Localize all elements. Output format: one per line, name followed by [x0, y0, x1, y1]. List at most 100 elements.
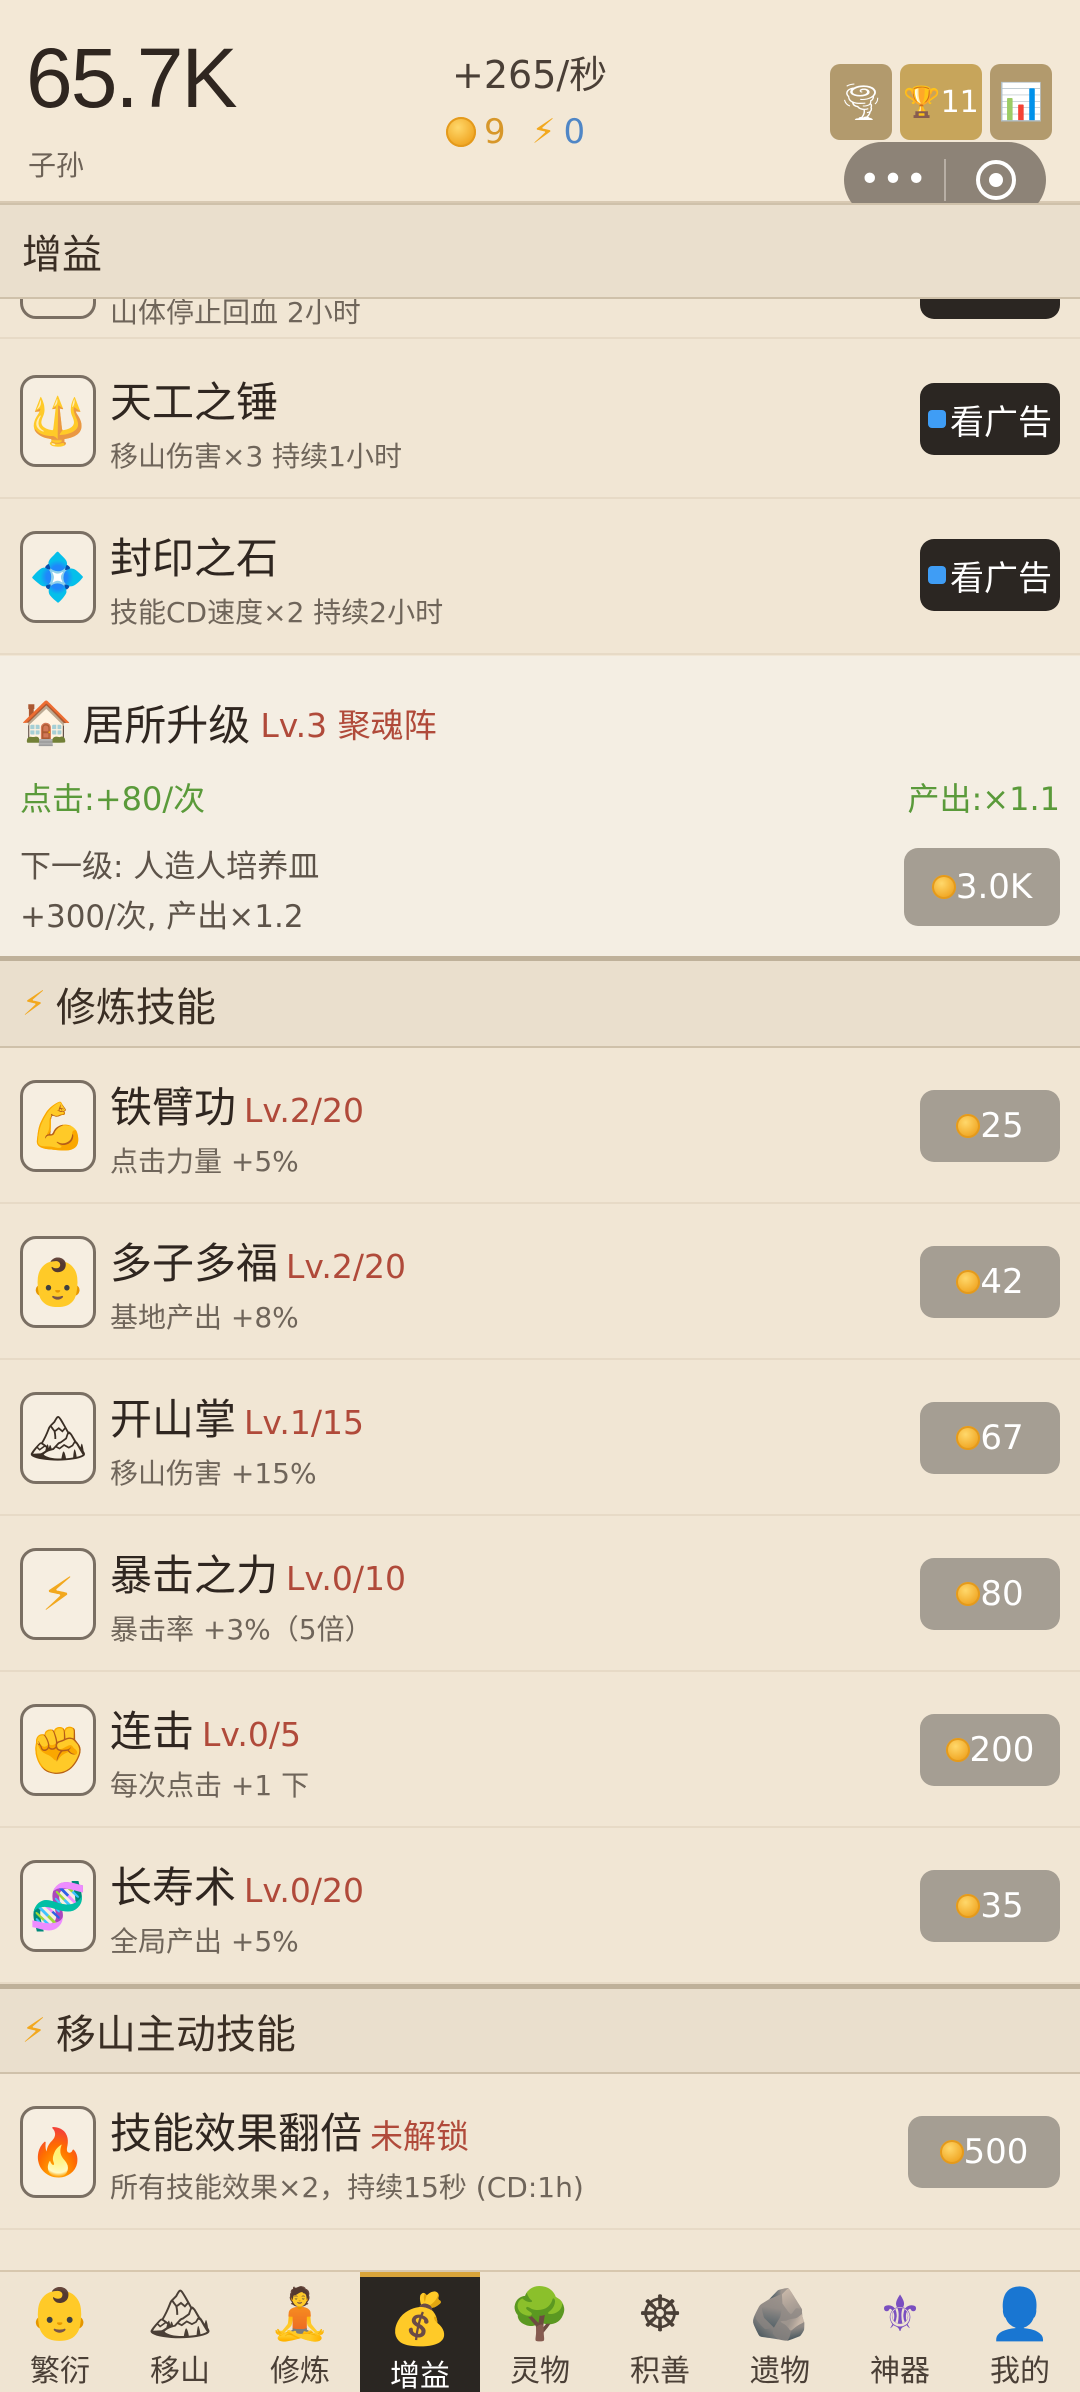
- skill-title: 长寿术 Lv.0/20: [110, 1854, 364, 1915]
- partial-icon-box: [20, 299, 96, 319]
- coin-count: 9: [484, 112, 506, 152]
- skill-row: ✊ 连击 Lv.0/5 每次点击 +1 下 200: [0, 1672, 1080, 1828]
- next-level-bonus: +300/次, 产出×1.2: [20, 899, 304, 935]
- skill-desc: 每次点击 +1 下: [110, 1769, 310, 1802]
- skill-level: Lv.0/5: [202, 1715, 301, 1754]
- next-level-info: 下一级: 人造人培养皿 +300/次, 产出×1.2: [20, 842, 319, 942]
- skill-level: Lv.2/20: [244, 1091, 364, 1130]
- tornado-button[interactable]: 🌪: [830, 64, 892, 140]
- section-title: 移山主动技能: [55, 2011, 296, 2058]
- skill-cost: 42: [980, 1262, 1024, 1302]
- unlock-skill-button[interactable]: 500: [908, 2116, 1060, 2188]
- skill-name: 开山掌: [110, 1395, 237, 1444]
- skill-cost: 80: [980, 1574, 1024, 1614]
- buy-skill-button[interactable]: 67: [920, 1402, 1060, 1474]
- skill-cost: 67: [980, 1418, 1024, 1458]
- item-desc: 移山伤害×3 持续1小时: [110, 440, 402, 473]
- meditate-icon: 🧘: [268, 2285, 332, 2343]
- buy-skill-button[interactable]: 42: [920, 1246, 1060, 1318]
- fire-icon: 🔥: [20, 2106, 96, 2198]
- skill-desc: 点击力量 +5%: [110, 1145, 299, 1178]
- stats-button[interactable]: 📊: [990, 64, 1052, 140]
- tornado-icon: 🌪: [838, 82, 884, 123]
- mountain-icon: 🏔: [148, 2285, 212, 2343]
- tab-zengyi[interactable]: 💰 增益: [360, 2272, 480, 2392]
- coin-icon: [446, 117, 476, 147]
- upgrade-button[interactable]: 3.0K: [904, 848, 1060, 926]
- skill-name: 连击: [110, 1707, 195, 1756]
- coin-icon: [939, 2140, 964, 2164]
- tab-label: 增益: [390, 2359, 450, 2392]
- watch-ad-button[interactable]: 看广告: [920, 383, 1060, 455]
- skill-name: 多子多福: [110, 1239, 279, 1288]
- trophy-button[interactable]: 🏆 11: [900, 64, 982, 140]
- section-title: 修炼技能: [55, 984, 216, 1031]
- house-icon: 🏠: [20, 697, 73, 747]
- target-icon: [976, 160, 1016, 200]
- tab-shenqi[interactable]: ⚜ 神器: [840, 2272, 960, 2392]
- coin-icon: [956, 1582, 981, 1606]
- tv-icon: [928, 566, 946, 584]
- partial-desc: 山体停止回血 2小时: [110, 299, 361, 329]
- skill-level: Lv.0/20: [244, 1871, 364, 1910]
- chart-icon: 📊: [998, 82, 1044, 123]
- residence-upgrade-card: 🏠 居所升级 Lv.3 聚魂阵 点击:+80/次 产出:×1.1 下一级: 人造…: [0, 656, 1080, 956]
- tab-fanyan[interactable]: 👶 繁衍: [0, 2272, 120, 2392]
- skill-desc: 基地产出 +8%: [110, 1301, 299, 1334]
- lightning-icon: ⚡: [22, 983, 46, 1024]
- skill-desc: 暴击率 +3%（5倍）: [110, 1613, 373, 1646]
- tab-lingwu[interactable]: 🌳 灵物: [480, 2272, 600, 2392]
- next-level-name: 下一级: 人造人培养皿: [20, 849, 320, 885]
- descendant-label: 子孙: [28, 149, 85, 182]
- upgrade-level: Lv.3 聚魂阵: [260, 705, 437, 745]
- trophy-icon: 🏆: [903, 84, 941, 120]
- dna-icon: 🧬: [20, 1860, 96, 1952]
- close-miniprogram-button[interactable]: [946, 160, 1046, 200]
- person-icon: 👤: [988, 2285, 1052, 2343]
- skill-title: 连击 Lv.0/5: [110, 1698, 301, 1759]
- tab-wode[interactable]: 👤 我的: [960, 2272, 1080, 2392]
- lock-status: 未解锁: [370, 2117, 470, 2156]
- top-header: 65.7K 子孙 +265/秒 9 ⚡ 0 🌪 🏆 11 📊 •••: [0, 0, 1080, 218]
- tab-yishan[interactable]: 🏔 移山: [120, 2272, 240, 2392]
- partial-ad-button[interactable]: [920, 299, 1060, 319]
- skill-title: 铁臂功 Lv.2/20: [110, 1074, 364, 1135]
- skill-row: 🧬 长寿术 Lv.0/20 全局产出 +5% 35: [0, 1828, 1080, 1984]
- lightning-icon: ⚡: [20, 1548, 96, 1640]
- output-stat: 产出:×1.1: [907, 780, 1061, 818]
- section-title: 增益: [22, 232, 102, 278]
- section-header-skills: ⚡ 修炼技能: [0, 956, 1080, 1048]
- tab-xiulian[interactable]: 🧘 修炼: [240, 2272, 360, 2392]
- tab-yiwu[interactable]: 🪨 遗物: [720, 2272, 840, 2392]
- tv-icon: [928, 410, 946, 428]
- skill-desc: 全局产出 +5%: [110, 1925, 299, 1958]
- skill-cost: 200: [969, 1730, 1035, 1770]
- watch-ad-button[interactable]: 看广告: [920, 539, 1060, 611]
- coin-icon: [956, 1426, 981, 1450]
- tab-label: 遗物: [750, 2354, 810, 2389]
- buy-skill-button[interactable]: 35: [920, 1870, 1060, 1942]
- buy-skill-button[interactable]: 80: [920, 1558, 1060, 1630]
- skill-title: 多子多福 Lv.2/20: [110, 1230, 406, 1291]
- skill-cost: 35: [980, 1886, 1024, 1926]
- fleur-icon: ⚜: [877, 2285, 923, 2343]
- tab-label: 繁衍: [30, 2354, 90, 2389]
- skill-title: 暴击之力 Lv.0/10: [110, 1542, 406, 1603]
- wheel-icon: ☸: [637, 2285, 683, 2343]
- buy-skill-button[interactable]: 25: [920, 1090, 1060, 1162]
- buy-skill-button[interactable]: 200: [920, 1714, 1060, 1786]
- skill-cost: 25: [980, 1106, 1024, 1146]
- skill-desc: 移山伤害 +15%: [110, 1457, 317, 1490]
- skill-name: 暴击之力: [110, 1551, 279, 1600]
- tab-jishan[interactable]: ☸ 积善: [600, 2272, 720, 2392]
- rock-icon: 🪨: [748, 2285, 812, 2343]
- coin-icon: [945, 1738, 970, 1762]
- upgrade-cost: 3.0K: [955, 867, 1033, 907]
- skill-name: 长寿术: [110, 1863, 237, 1912]
- muscle-icon: 💪: [20, 1080, 96, 1172]
- skill-level: Lv.0/10: [286, 1559, 406, 1598]
- tab-label: 灵物: [510, 2354, 570, 2389]
- coin-icon: [956, 1114, 981, 1138]
- baby-icon: 👶: [28, 2285, 92, 2343]
- moneybag-icon: 💰: [388, 2290, 452, 2348]
